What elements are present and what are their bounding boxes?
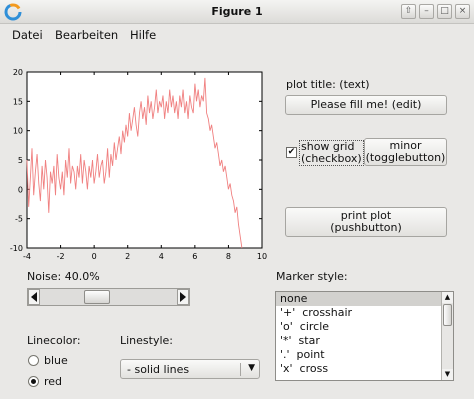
minimize-icon[interactable]: – [419,4,434,19]
linestyle-value: - solid lines [127,363,190,376]
linestyle-combo[interactable]: - solid lines ▼ [120,359,260,379]
show-grid-label-line2: (checkbox) [301,152,362,165]
noise-slider[interactable] [27,288,190,306]
list-scrollbar[interactable]: ▲ ▼ [441,292,453,380]
marker-option[interactable]: none [276,292,453,306]
radio-blue-label[interactable]: blue [44,354,68,367]
marker-option[interactable]: 'x' cross [276,362,453,376]
x-tick-label: 4 [159,252,164,260]
radio-blue[interactable] [28,355,39,366]
y-tick-label: 15 [13,97,23,106]
maximize-icon[interactable]: □ [437,4,452,19]
y-tick-label: 5 [18,156,23,165]
scroll-thumb[interactable] [443,304,452,326]
x-tick-label: 8 [226,252,231,260]
show-grid-label[interactable]: show grid (checkbox) [299,140,364,166]
close-icon[interactable]: × [455,4,470,19]
combo-separator [240,363,241,376]
scroll-up-icon[interactable]: ▲ [442,292,453,303]
chevron-down-icon: ▼ [248,363,255,373]
y-tick-label: 20 [13,68,23,77]
plot-title-edit[interactable]: Please fill me! (edit) [285,95,447,115]
x-tick-label: 10 [257,252,267,260]
plot-title-label: plot title: (text) [286,78,370,91]
plot-area: -4 -2 0 2 4 6 8 10 -10 -5 0 5 10 15 20 [0,60,270,261]
print-line2: (pushbutton) [330,221,402,234]
marker-style-list[interactable]: none '+' crosshair'o' circle '*' star '.' p… [275,291,454,381]
menu-bar: Datei Bearbeiten Hilfe [0,25,474,45]
slider-handle[interactable] [84,290,111,304]
plot-axes-box [26,71,263,249]
y-tick-label: 0 [18,185,23,194]
scroll-down-icon[interactable]: ▼ [442,369,453,380]
x-tick-label: 2 [125,252,130,260]
minor-toggle-button[interactable]: minor (togglebutton) [364,138,447,166]
radio-red[interactable] [28,376,39,387]
radio-red-label[interactable]: red [44,375,62,388]
menu-datei[interactable]: Datei [12,28,43,42]
marker-option[interactable]: '+' crosshair [276,306,453,320]
slider-right-arrow[interactable] [177,289,189,305]
linestyle-label: Linestyle: [120,334,174,347]
show-grid-checkbox[interactable]: ✔ [286,147,297,158]
line-chart: -4 -2 0 2 4 6 8 10 -10 -5 0 5 10 15 20 [10,68,267,261]
right-arrow-icon [180,292,186,302]
print-plot-button[interactable]: print plot (pushbutton) [285,207,447,237]
marker-option[interactable]: '*' star [276,334,453,348]
menu-bearbeiten[interactable]: Bearbeiten [55,28,118,42]
y-tick-label: -5 [15,215,23,224]
noise-label: Noise: 40.0% [27,270,100,283]
menu-hilfe[interactable]: Hilfe [130,28,156,42]
marker-style-label: Marker style: [276,270,348,283]
y-tick-label: 10 [13,127,23,136]
title-bar: Figure 1 ⇧ – □ × [0,0,474,24]
x-tick-label: -2 [57,252,65,260]
x-tick-label: 6 [192,252,197,260]
x-tick-label: 0 [92,252,97,260]
marker-option[interactable]: 'o' circle [276,320,453,334]
marker-option[interactable]: '.' point [276,348,453,362]
restore-icon[interactable]: ⇧ [401,4,416,19]
linecolor-label: Linecolor: [27,334,81,347]
y-tick-label: -10 [10,244,23,253]
x-tick-label: -4 [23,252,31,260]
slider-left-arrow[interactable] [28,289,40,305]
minor-line2: (togglebutton) [365,151,446,164]
left-arrow-icon [31,292,37,302]
